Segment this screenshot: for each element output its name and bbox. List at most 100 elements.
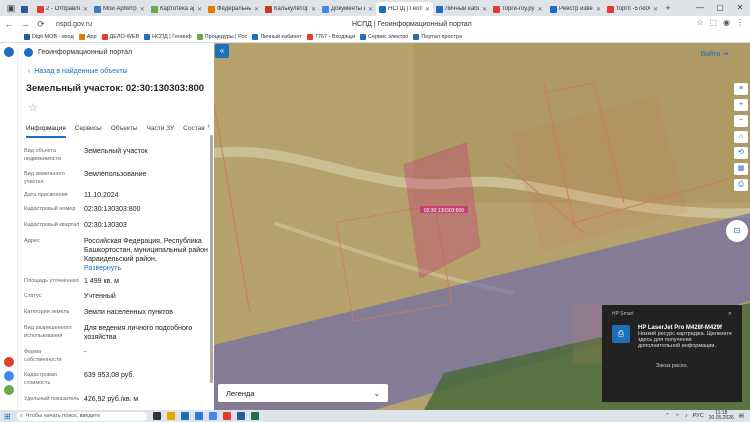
browser-tab[interactable] <box>18 2 34 16</box>
tab-close-icon[interactable]: ✕ <box>140 6 145 13</box>
info-tab[interactable]: Объекты <box>111 125 138 138</box>
new-tab-button[interactable]: + <box>661 2 675 14</box>
extensions-icon[interactable]: ⬚ <box>709 18 717 27</box>
browser-tab[interactable]: торги-гоу.ру ✕ <box>490 2 547 16</box>
language-indicator[interactable]: РУС <box>693 413 704 419</box>
tab-favicon-icon <box>21 5 28 13</box>
expand-address-link[interactable]: Развернуть <box>84 264 209 273</box>
volume-icon[interactable]: ♪ <box>685 413 688 419</box>
tab-close-icon[interactable]: ✕ <box>311 6 316 13</box>
browser-tab[interactable]: НСПД | Геоп: ✕ <box>376 2 433 16</box>
back-to-results-link[interactable]: ‹ Назад в найденные объекты <box>18 62 214 75</box>
rotate-icon[interactable]: ⟲ <box>734 147 748 159</box>
rail-icon-3[interactable] <box>3 371 14 381</box>
login-label: Войти <box>700 51 721 58</box>
panel-scrollbar[interactable] <box>210 135 213 383</box>
info-tab[interactable]: Части ЗУ <box>147 125 175 138</box>
edge-icon[interactable] <box>180 412 189 420</box>
rail-icon-4[interactable] <box>3 385 14 395</box>
taskbar-search[interactable]: ⌕ Чтобы начать поиск, введите <box>16 411 147 421</box>
yandex-icon[interactable] <box>222 412 231 420</box>
attribute-value: Земельный участок <box>84 148 148 155</box>
bookmark-item[interactable]: Digit МОВ - вход <box>24 34 74 40</box>
maximize-button[interactable]: ▢ <box>710 0 730 16</box>
taskbar: ⊞ ⌕ Чтобы начать поиск, введите ⌃ ⌔ ♪ РУ… <box>0 410 750 422</box>
address-bar: ← → ⟳ nspd.gov.ru НСПД | Геоинформационн… <box>0 16 750 32</box>
windows-start-icon[interactable]: ⊞ <box>4 412 11 421</box>
bookmark-item[interactable]: НСПД | Геоинф <box>144 34 192 40</box>
info-tab[interactable]: Информация <box>26 125 66 138</box>
tab-label: Документы кс <box>331 6 365 12</box>
chrome-icon[interactable] <box>208 412 217 420</box>
browser-tab[interactable]: Личный кабин:✕ <box>433 2 490 16</box>
mail-icon[interactable] <box>194 412 203 420</box>
word-icon[interactable] <box>236 412 245 420</box>
bookmark-item[interactable]: Портал простра <box>413 34 462 40</box>
menu-dots-icon[interactable]: ⋮ <box>736 18 744 27</box>
grid-icon[interactable]: ▦ <box>734 163 748 175</box>
legend-panel[interactable]: Легенда ⌄ <box>218 384 388 402</box>
browser-tab[interactable]: 2 - Отправлен:✕ <box>34 2 91 16</box>
file-explorer-icon[interactable] <box>166 412 175 420</box>
info-tab[interactable]: Состав <box>183 125 205 138</box>
network-icon[interactable]: ⌔ <box>675 413 680 420</box>
tab-close-icon[interactable]: ✕ <box>425 6 430 13</box>
star-icon[interactable]: ☆ <box>696 18 703 27</box>
info-tab[interactable]: Сервисы <box>75 125 102 138</box>
bookmark-label: App <box>86 34 97 40</box>
map-tool-icon[interactable]: ⊡ <box>726 220 748 242</box>
attribute-row: Статус Учтенный <box>24 292 209 301</box>
tab-close-icon[interactable]: ✕ <box>653 6 658 13</box>
zoom-out-icon[interactable]: − <box>734 115 748 127</box>
bookmark-item[interactable]: 7767 - Входящи <box>306 34 355 40</box>
bookmark-favicon-icon <box>144 34 151 40</box>
collapse-panel-button[interactable]: « <box>215 44 229 58</box>
browser-tab[interactable]: Документы кс✕ <box>319 2 376 16</box>
browser-tab[interactable]: Федеральны: ✕ <box>205 2 262 16</box>
bookmark-favicon-icon <box>24 34 30 40</box>
print-icon[interactable]: ⎙ <box>734 179 748 191</box>
browser-tab[interactable]: Калькулятор гр✕ <box>262 2 319 16</box>
minimize-button[interactable]: — <box>690 0 710 16</box>
forward-arrow-icon[interactable]: → <box>20 19 30 29</box>
zoom-in-icon[interactable]: + <box>734 99 748 111</box>
rail-icon-1[interactable] <box>3 47 14 57</box>
tab-close-icon[interactable]: ✕ <box>538 6 543 13</box>
layers-icon[interactable]: ≡ <box>734 83 748 95</box>
url-field[interactable]: nspd.gov.ru <box>56 21 216 28</box>
profile-icon[interactable]: ◉ <box>723 18 730 27</box>
bookmark-item[interactable]: ДЕЛО-WEB <box>101 34 139 40</box>
rail-icon-2[interactable] <box>3 357 14 367</box>
browser-tab[interactable]: Картотека арб✕ <box>148 2 205 16</box>
login-button[interactable]: Войти ⇥ <box>701 50 728 58</box>
bookmark-item[interactable]: Сервис электро <box>359 34 408 40</box>
browser-tab[interactable]: Реестр извещ:✕ <box>547 2 604 16</box>
attribute-label: Вид разрешенного использования <box>24 325 72 339</box>
excel-icon[interactable] <box>250 412 259 420</box>
tab-close-icon[interactable]: ✕ <box>254 6 259 13</box>
bookmark-item[interactable]: Процедуры | Рос <box>196 34 247 40</box>
home-icon[interactable]: ⌂ <box>734 131 748 143</box>
order-supplies-button[interactable]: Заказ расхн. <box>612 363 732 369</box>
chevron-up-icon[interactable]: ⌃ <box>665 413 670 419</box>
notifications-icon[interactable]: ▤ <box>739 413 744 419</box>
window-menu-icon[interactable]: ▣ <box>4 2 18 14</box>
reload-icon[interactable]: ⟳ <box>36 19 46 30</box>
browser-tab[interactable]: Мой Арбитр ✕ <box>91 2 148 16</box>
hp-smart-notification[interactable]: HP Smart ✕ ⎙ HP LaserJet Pro M428f-M429f… <box>602 305 742 402</box>
tabs-scroll-right-icon[interactable]: › <box>208 123 210 130</box>
browser-tab[interactable]: торгп -57ю0О ✕ <box>604 2 661 16</box>
tab-close-icon[interactable]: ✕ <box>596 6 601 13</box>
back-arrow-icon[interactable]: ← <box>4 19 14 29</box>
tab-close-icon[interactable]: ✕ <box>368 6 373 13</box>
clock[interactable]: 11:18 30.05.2026 <box>709 411 734 421</box>
favorite-star-icon[interactable]: ☆ <box>18 94 214 114</box>
close-window-button[interactable]: ✕ <box>730 0 750 16</box>
tab-close-icon[interactable]: ✕ <box>482 6 487 13</box>
tab-close-icon[interactable]: ✕ <box>83 6 88 13</box>
task-view-icon[interactable] <box>152 412 161 420</box>
tab-close-icon[interactable]: ✕ <box>197 6 202 13</box>
notification-close-icon[interactable]: ✕ <box>728 311 732 317</box>
bookmark-item[interactable]: App <box>78 34 97 40</box>
bookmark-item[interactable]: Личный кабинет <box>252 34 302 40</box>
